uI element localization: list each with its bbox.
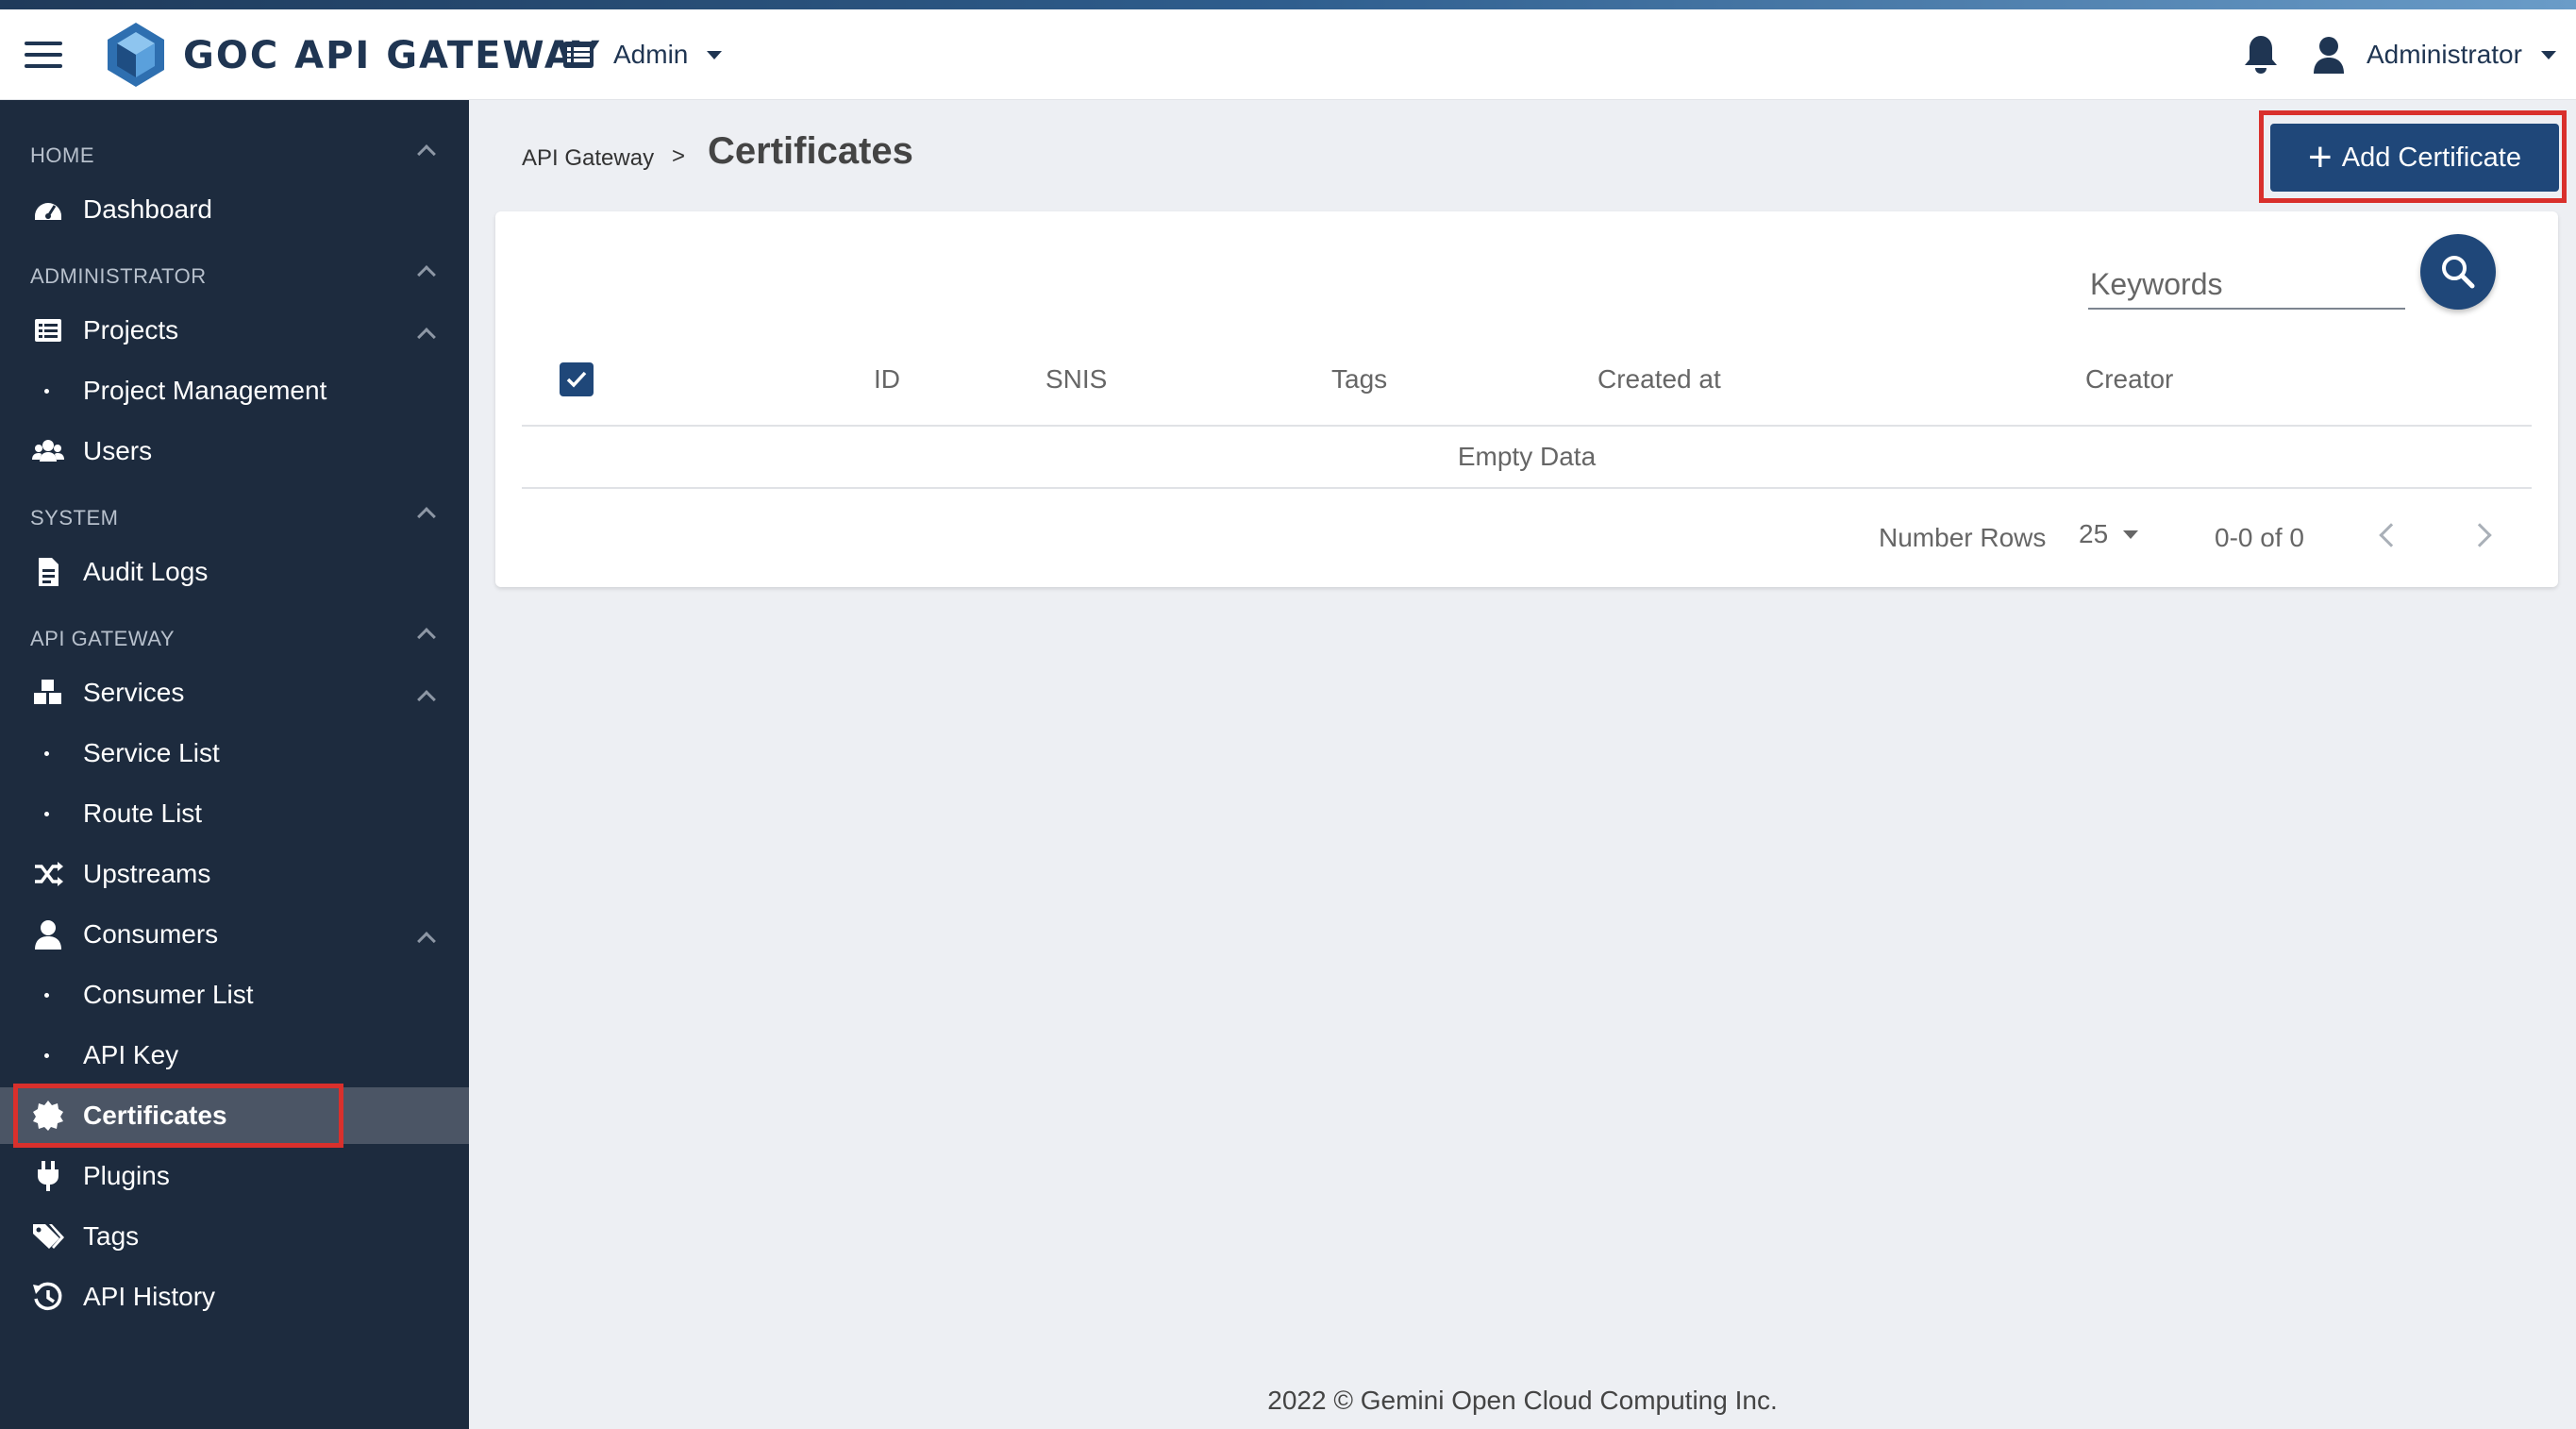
- chevron-up-icon[interactable]: [417, 628, 436, 647]
- sidebar-item-projects[interactable]: Projects: [0, 302, 469, 359]
- select-all-checkbox[interactable]: [560, 362, 594, 396]
- sidebar-item-users[interactable]: Users: [0, 423, 469, 479]
- chevron-up-icon[interactable]: [417, 144, 436, 163]
- document-icon: [39, 558, 59, 586]
- user-icon: [2314, 37, 2344, 74]
- breadcrumb-separator: >: [672, 143, 686, 169]
- bullet-icon: [44, 1052, 49, 1058]
- page-title: Certificates: [708, 130, 913, 172]
- sidebar-item-label: Plugins: [83, 1161, 170, 1190]
- chevron-up-icon[interactable]: [417, 265, 436, 284]
- shuffle-icon: [35, 862, 63, 886]
- rows-per-page-label: Number Rows: [1879, 523, 2047, 552]
- highlight-box: [13, 1084, 343, 1148]
- bullet-icon: [44, 388, 49, 394]
- sidebar-item-upstreams[interactable]: Upstreams: [0, 846, 469, 902]
- menu-toggle-icon[interactable]: [25, 42, 62, 68]
- previous-page-icon[interactable]: [2379, 523, 2403, 547]
- sidebar-item-label: Upstreams: [83, 859, 211, 888]
- column-header-created-at[interactable]: Created at: [1597, 364, 1721, 395]
- notification-bell-icon[interactable]: [2242, 34, 2280, 76]
- sidebar-item-label: Route List: [83, 799, 203, 828]
- users-icon: [32, 440, 64, 462]
- column-header-snis[interactable]: SNIS: [1045, 364, 1107, 395]
- certificates-table-card: ID SNIS Tags Created at Creator Empty Da…: [495, 211, 2558, 587]
- sidebar: HOME Dashboard ADMINISTRATOR Projects Pr…: [0, 100, 469, 1429]
- sidebar-item-dashboard[interactable]: Dashboard: [0, 181, 469, 238]
- top-accent-bar: [0, 0, 2576, 9]
- sidebar-section-api-gateway: API GATEWAY: [30, 627, 176, 650]
- empty-data-message: Empty Data: [1457, 442, 1597, 471]
- sidebar-section-system: SYSTEM: [30, 506, 119, 530]
- caret-down-icon: [707, 50, 723, 59]
- plug-icon: [38, 1161, 59, 1191]
- sidebar-item-label: Consumer List: [83, 980, 254, 1009]
- sidebar-item-label: Dashboard: [83, 194, 212, 224]
- sidebar-item-label: Tags: [83, 1221, 140, 1251]
- pagination-range: 0-0 of 0: [2215, 523, 2304, 552]
- footer-copyright: 2022 © Gemini Open Cloud Computing Inc.: [1267, 1386, 1778, 1415]
- caret-down-icon: [2123, 530, 2139, 539]
- column-header-tags[interactable]: Tags: [1331, 364, 1387, 395]
- tags-icon: [33, 1224, 64, 1249]
- rows-per-page-select[interactable]: 25: [2079, 519, 2139, 549]
- highlight-box: [2259, 110, 2567, 203]
- caret-down-icon: [2540, 50, 2556, 59]
- sidebar-item-label: Consumers: [83, 919, 219, 949]
- bullet-icon: [44, 811, 49, 816]
- sidebar-item-api-history[interactable]: API History: [0, 1269, 469, 1325]
- chevron-up-icon[interactable]: [417, 507, 436, 526]
- role-switcher[interactable]: Admin: [562, 34, 723, 76]
- user-menu-label: Administrator: [2367, 40, 2522, 69]
- brand-logo-icon: [108, 23, 164, 87]
- sidebar-item-api-key[interactable]: API Key: [0, 1027, 469, 1084]
- sidebar-item-label: Projects: [83, 315, 179, 345]
- checkmark-icon: [566, 371, 587, 388]
- keywords-search-input[interactable]: [2088, 261, 2405, 310]
- sidebar-item-consumers[interactable]: Consumers: [0, 906, 469, 963]
- bullet-icon: [44, 750, 49, 756]
- sidebar-section-administrator: ADMINISTRATOR: [30, 264, 207, 288]
- search-button[interactable]: [2420, 234, 2496, 310]
- brand-name: GOC API GATEWAY: [183, 34, 601, 77]
- user-icon: [35, 920, 61, 950]
- next-page-icon[interactable]: [2467, 523, 2492, 547]
- sidebar-item-plugins[interactable]: Plugins: [0, 1148, 469, 1204]
- sidebar-item-label: Audit Logs: [83, 557, 209, 586]
- header-divider: [522, 425, 2532, 427]
- sidebar-item-label: Project Management: [83, 376, 327, 405]
- column-header-creator[interactable]: Creator: [2085, 364, 2173, 395]
- bullet-icon: [44, 992, 49, 998]
- cubes-icon: [34, 680, 61, 704]
- sidebar-item-label: Services: [83, 678, 185, 707]
- user-menu[interactable]: Administrator: [2312, 32, 2556, 77]
- sidebar-item-project-management[interactable]: Project Management: [0, 362, 469, 419]
- sidebar-item-label: Users: [83, 436, 153, 465]
- sidebar-item-audit-logs[interactable]: Audit Logs: [0, 544, 469, 600]
- rows-per-page-value: 25: [2079, 519, 2109, 548]
- sidebar-item-label: API History: [83, 1282, 216, 1311]
- sidebar-item-consumer-list[interactable]: Consumer List: [0, 967, 469, 1023]
- sidebar-section-home: HOME: [30, 143, 94, 167]
- list-icon: [563, 42, 594, 68]
- sidebar-item-label: Service List: [83, 738, 220, 767]
- sidebar-item-services[interactable]: Services: [0, 664, 469, 721]
- search-icon: [2442, 256, 2475, 289]
- sidebar-item-route-list[interactable]: Route List: [0, 785, 469, 842]
- dashboard-icon: [35, 203, 61, 220]
- sidebar-item-tags[interactable]: Tags: [0, 1208, 469, 1265]
- sidebar-item-label: API Key: [83, 1040, 179, 1069]
- breadcrumb-parent[interactable]: API Gateway: [522, 145, 654, 172]
- sidebar-item-service-list[interactable]: Service List: [0, 725, 469, 782]
- row-divider: [522, 487, 2532, 489]
- top-header: GOC API GATEWAY Admin Administrator: [0, 9, 2576, 100]
- role-switcher-label: Admin: [613, 40, 689, 69]
- history-icon: [33, 1282, 62, 1311]
- column-header-id[interactable]: ID: [874, 364, 900, 395]
- list-icon: [35, 319, 61, 342]
